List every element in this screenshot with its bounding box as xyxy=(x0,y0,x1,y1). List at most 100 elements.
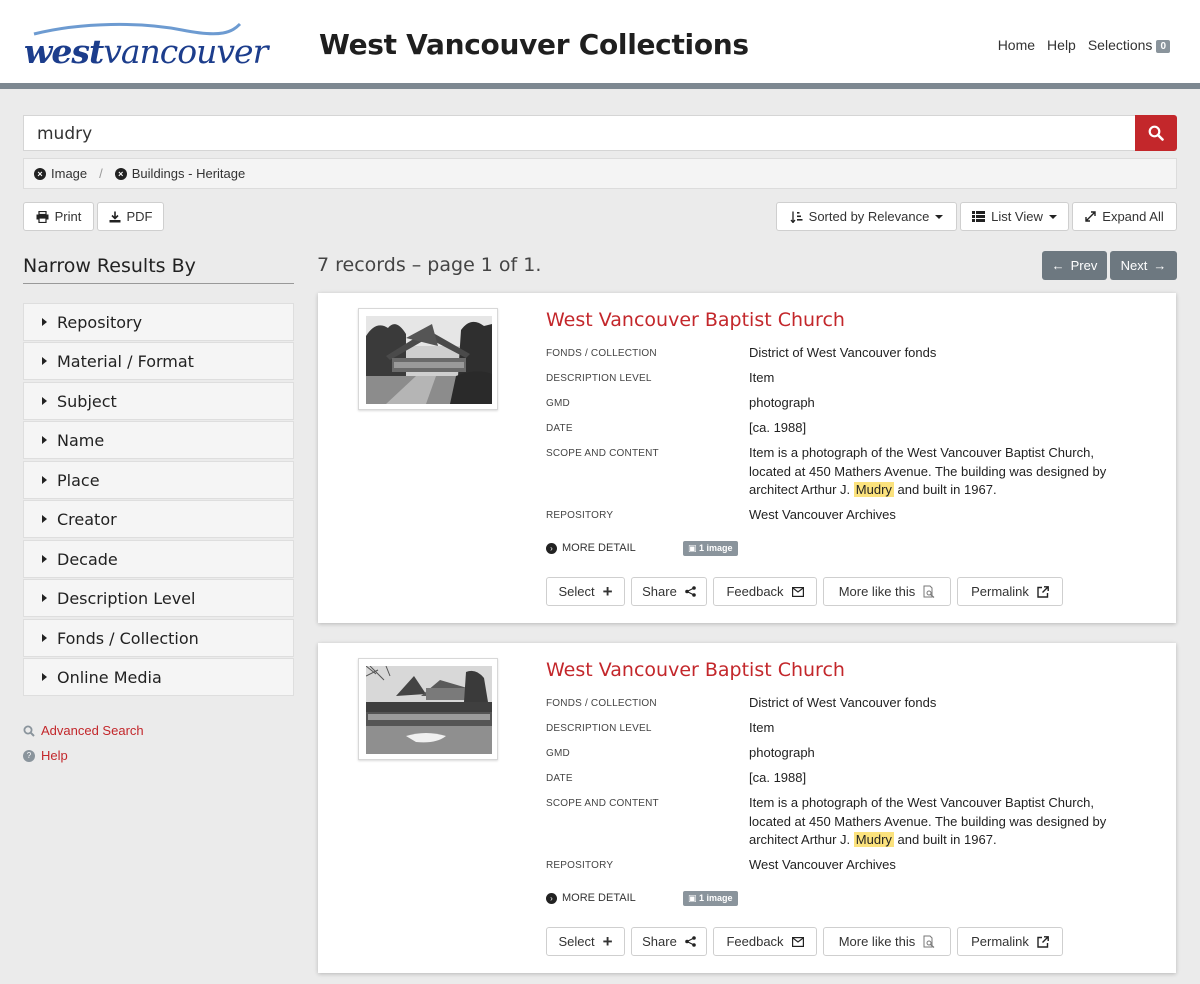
search-icon xyxy=(23,725,35,737)
record-thumbnail[interactable] xyxy=(358,308,498,410)
gmd-label: GMD xyxy=(546,398,570,409)
more-like-this-button[interactable]: More like this xyxy=(823,577,951,606)
advanced-search-link[interactable]: Advanced Search xyxy=(23,723,144,738)
sort-icon xyxy=(790,211,803,223)
fonds-value: District of West Vancouver fonds xyxy=(749,345,937,360)
caret-right-icon xyxy=(42,476,47,484)
expand-all-button[interactable]: Expand All xyxy=(1072,202,1177,231)
image-icon: ▣ xyxy=(688,893,697,903)
record-thumbnail[interactable] xyxy=(358,658,498,760)
permalink-button[interactable]: Permalink xyxy=(957,577,1063,606)
facet-label: Creator xyxy=(57,509,117,529)
filter-chip-buildings-heritage[interactable]: × Buildings - Heritage xyxy=(114,166,246,181)
description-level-value: Item xyxy=(749,370,775,385)
next-label: Next xyxy=(1120,258,1148,273)
search-button[interactable] xyxy=(1135,115,1177,151)
selections-label: Selections xyxy=(1087,37,1153,53)
image-count-badge: ▣ 1 image xyxy=(683,891,738,906)
sort-dropdown[interactable]: Sorted by Relevance xyxy=(776,202,957,231)
facet-repository[interactable]: Repository xyxy=(23,303,294,341)
scope-text: and built in 1967. xyxy=(897,482,997,497)
facet-label: Description Level xyxy=(57,588,196,608)
scope-text: architect Arthur J. xyxy=(749,832,851,847)
expand-all-label: Expand All xyxy=(1102,209,1164,224)
facet-online-media[interactable]: Online Media xyxy=(23,658,294,696)
caret-right-icon xyxy=(42,397,47,405)
share-label: Share xyxy=(642,934,677,949)
site-logo[interactable]: westvancouver xyxy=(22,18,268,74)
remove-filter-icon[interactable]: × xyxy=(114,167,127,180)
facet-label: Online Media xyxy=(57,667,162,687)
prev-button[interactable]: ← Prev xyxy=(1042,251,1107,280)
description-level-label: DESCRIPTION LEVEL xyxy=(546,373,652,384)
facet-label: Place xyxy=(57,470,100,490)
nav-selections-link[interactable]: Selections 0 xyxy=(1088,37,1170,53)
facet-creator[interactable]: Creator xyxy=(23,500,294,538)
print-icon xyxy=(36,210,49,223)
arrow-left-icon: ← xyxy=(1051,258,1065,273)
share-label: Share xyxy=(642,584,677,599)
caret-right-icon xyxy=(42,634,47,642)
remove-filter-icon[interactable]: × xyxy=(34,167,46,180)
envelope-icon xyxy=(791,586,804,597)
top-nav: Home Help Selections 0 xyxy=(998,37,1170,53)
filter-chip-image[interactable]: × Image xyxy=(34,166,87,181)
nav-home-link[interactable]: Home xyxy=(998,37,1035,53)
select-label: Select xyxy=(558,934,595,949)
chevron-down-icon xyxy=(935,214,944,219)
repository-value: West Vancouver Archives xyxy=(749,507,896,522)
sidebar-help-label: Help xyxy=(41,748,68,763)
feedback-button[interactable]: Feedback xyxy=(713,577,817,606)
search-highlight: Mudry xyxy=(853,832,894,847)
permalink-button[interactable]: Permalink xyxy=(957,927,1063,956)
share-button[interactable]: Share xyxy=(631,927,707,956)
scope-line: architect Arthur J. Mudry and built in 1… xyxy=(749,831,1149,850)
facet-place[interactable]: Place xyxy=(23,461,294,499)
view-dropdown[interactable]: List View xyxy=(960,202,1069,231)
narrow-results-heading: Narrow Results By xyxy=(23,255,294,284)
facet-material-format[interactable]: Material / Format xyxy=(23,342,294,380)
record-title-link[interactable]: West Vancouver Baptist Church xyxy=(546,659,845,681)
record-card: West Vancouver Baptist Church FONDS / CO… xyxy=(318,643,1176,973)
more-like-label: More like this xyxy=(838,934,916,949)
filter-label: Image xyxy=(51,166,88,181)
fonds-value: District of West Vancouver fonds xyxy=(749,695,937,710)
share-button[interactable]: Share xyxy=(631,577,707,606)
repository-label: REPOSITORY xyxy=(546,860,614,871)
record-title-link[interactable]: West Vancouver Baptist Church xyxy=(546,309,845,331)
print-button[interactable]: Print xyxy=(23,202,94,231)
document-search-icon xyxy=(923,585,935,598)
facet-fonds-collection[interactable]: Fonds / Collection xyxy=(23,619,294,657)
logo-text: westvancouver xyxy=(24,32,268,71)
scope-text: architect Arthur J. xyxy=(749,482,851,497)
nav-help-link[interactable]: Help xyxy=(1047,37,1076,53)
site-header: westvancouver West Vancouver Collections… xyxy=(0,0,1200,89)
date-value: [ca. 1988] xyxy=(749,770,807,785)
gmd-value: photograph xyxy=(749,395,815,410)
search-input[interactable]: mudry xyxy=(23,115,1135,151)
more-detail-toggle[interactable]: › MORE DETAIL xyxy=(546,892,636,904)
select-button[interactable]: Select + xyxy=(546,577,625,606)
more-detail-toggle[interactable]: › MORE DETAIL xyxy=(546,542,636,554)
facet-subject[interactable]: Subject xyxy=(23,382,294,420)
scope-line: architect Arthur J. Mudry and built in 1… xyxy=(749,481,1149,500)
filter-label: Buildings - Heritage xyxy=(131,166,246,181)
gmd-label: GMD xyxy=(546,748,570,759)
facet-name[interactable]: Name xyxy=(23,421,294,459)
date-value: [ca. 1988] xyxy=(749,420,807,435)
next-button[interactable]: Next → xyxy=(1110,251,1177,280)
feedback-button[interactable]: Feedback xyxy=(713,927,817,956)
pdf-button[interactable]: PDF xyxy=(97,202,164,231)
select-button[interactable]: Select + xyxy=(546,927,625,956)
feedback-label: Feedback xyxy=(726,584,784,599)
sidebar-help-link[interactable]: ? Help xyxy=(23,748,68,763)
facet-decade[interactable]: Decade xyxy=(23,540,294,578)
scope-line: Item is a photograph of the West Vancouv… xyxy=(749,445,1094,460)
fonds-label: FONDS / COLLECTION xyxy=(546,348,657,359)
scope-label: SCOPE AND CONTENT xyxy=(546,798,659,809)
facet-description-level[interactable]: Description Level xyxy=(23,579,294,617)
search-highlight: Mudry xyxy=(853,482,894,497)
more-like-this-button[interactable]: More like this xyxy=(823,927,951,956)
facet-label: Subject xyxy=(57,391,117,411)
site-title: West Vancouver Collections xyxy=(319,28,749,61)
